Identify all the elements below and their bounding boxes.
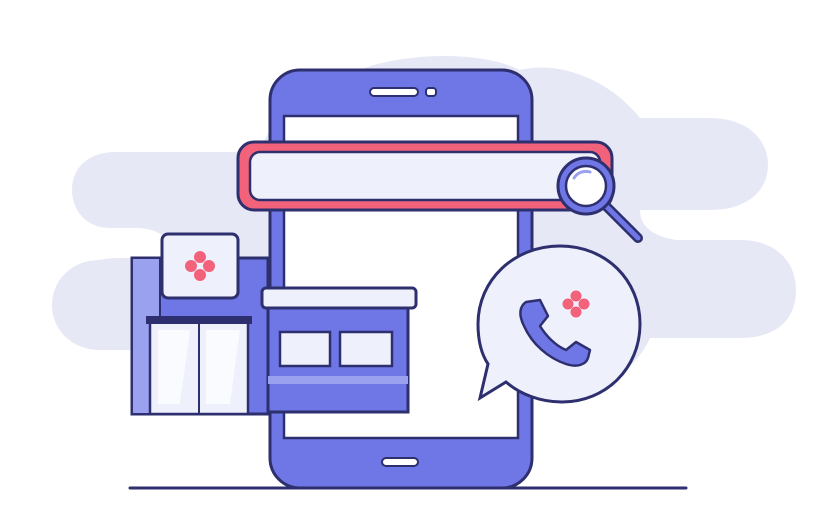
store-window xyxy=(278,330,332,368)
illustration-stage xyxy=(0,0,838,532)
search-bar-icon xyxy=(236,140,614,212)
phone-home-button xyxy=(381,457,419,467)
speech-bubble-icon xyxy=(476,244,642,404)
store-awning xyxy=(260,286,418,310)
phone-camera xyxy=(425,87,437,97)
illustration-canvas xyxy=(52,56,796,490)
phone-speaker xyxy=(369,87,419,97)
store-window xyxy=(338,330,394,368)
